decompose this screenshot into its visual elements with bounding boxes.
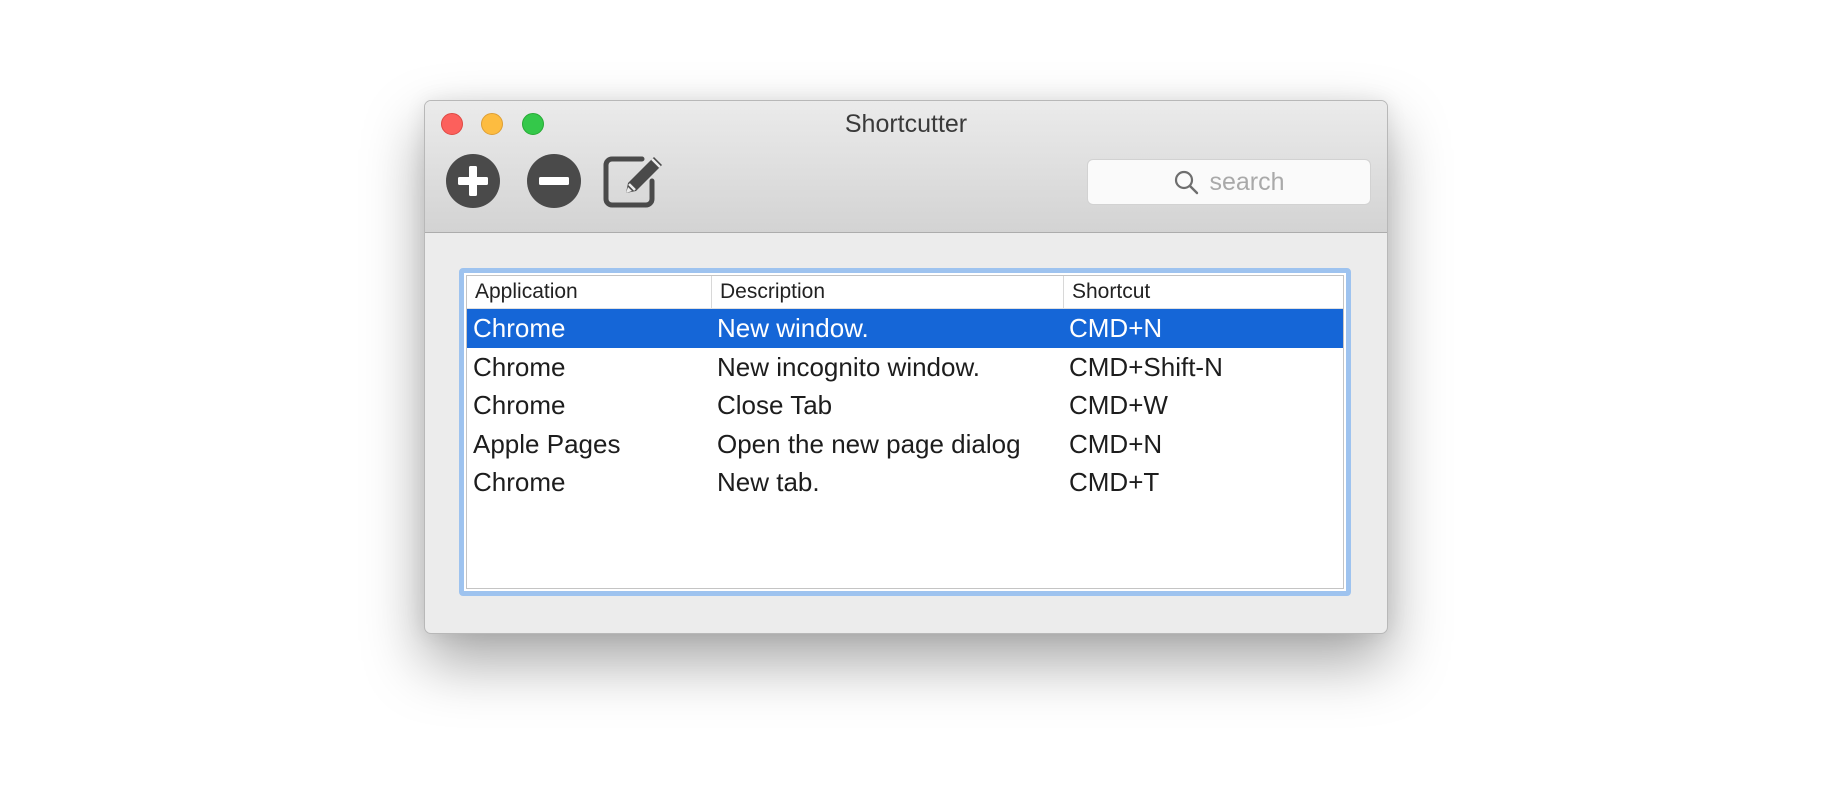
table-header: Application Description Shortcut	[467, 276, 1343, 309]
description-cell: New incognito window.	[717, 351, 981, 382]
column-header-application[interactable]: Application	[467, 276, 711, 308]
column-header-description[interactable]: Description	[711, 276, 1063, 308]
description-cell: New window.	[717, 313, 869, 343]
search-icon	[1175, 170, 1199, 195]
window-title: Shortcutter	[844, 110, 968, 138]
shortcut-cell: CMD+N	[1069, 313, 1163, 343]
app-window: Shortcutter search Application Descripti…	[424, 100, 1388, 634]
table-body-frame: Application Description Shortcut Chrome …	[466, 275, 1344, 589]
titlebar-toolbar: Shortcutter search	[425, 101, 1387, 233]
shortcut-cell: CMD+T	[1069, 467, 1160, 497]
application-cell: Chrome	[473, 390, 566, 420]
table-row[interactable]: Apple Pages Open the new page dialog CMD…	[467, 425, 1343, 464]
table-row[interactable]: Chrome New window. CMD+N	[467, 309, 1343, 348]
shortcut-cell: CMD+Shift-N	[1069, 351, 1223, 382]
minus-circle-icon	[527, 154, 581, 208]
search-field[interactable]: search	[1087, 159, 1371, 205]
table-row[interactable]: Chrome New tab. CMD+T	[467, 463, 1343, 502]
application-cell: Apple Pages	[473, 428, 621, 459]
edit-shortcut-button[interactable]	[602, 151, 670, 211]
shortcut-cell: CMD+N	[1069, 428, 1163, 459]
table-row[interactable]: Chrome New incognito window. CMD+Shift-N	[467, 348, 1343, 387]
shortcuts-table[interactable]: Application Description Shortcut Chrome …	[459, 268, 1351, 596]
remove-shortcut-button[interactable]	[526, 153, 582, 209]
shortcut-cell: CMD+W	[1069, 390, 1168, 420]
application-cell: Chrome	[473, 351, 566, 382]
column-header-shortcut[interactable]: Shortcut	[1063, 276, 1343, 308]
description-cell: Open the new page dialog	[717, 428, 1021, 459]
application-cell: Chrome	[473, 467, 566, 497]
search-placeholder: search	[1209, 167, 1285, 196]
description-cell: New tab.	[717, 467, 820, 497]
plus-circle-icon	[446, 154, 500, 208]
add-shortcut-button[interactable]	[445, 153, 501, 209]
application-cell: Chrome	[473, 313, 566, 343]
edit-icon	[603, 156, 662, 208]
table-row[interactable]: Chrome Close Tab CMD+W	[467, 386, 1343, 425]
table-rows: Chrome New window. CMD+N Chrome New inco…	[467, 309, 1343, 502]
description-cell: Close Tab	[717, 390, 833, 420]
